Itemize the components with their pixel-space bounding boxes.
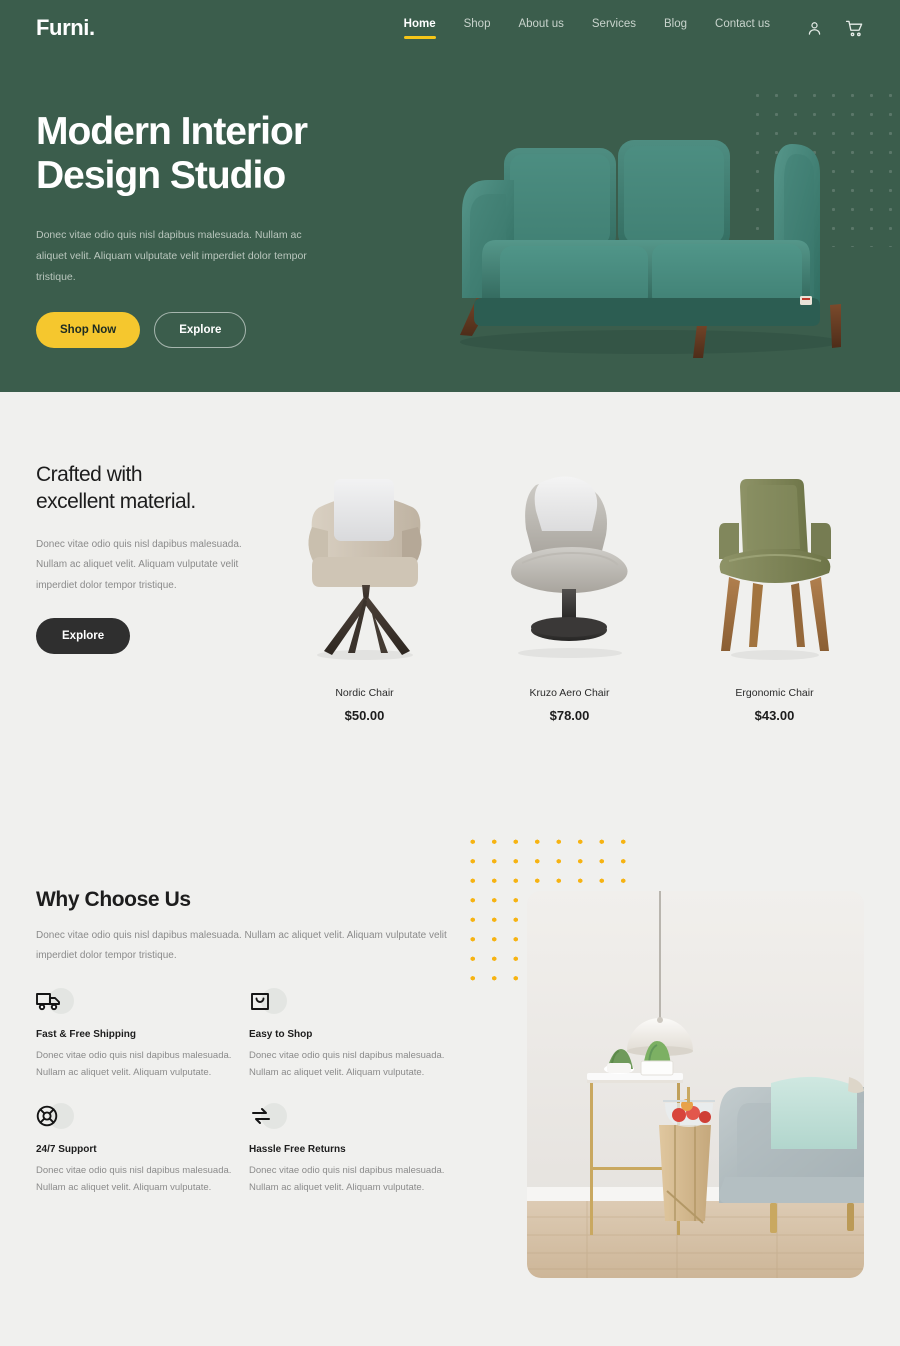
hero-text-block: Modern Interior Design Studio Donec vita… [36, 110, 366, 348]
hero-title-line-1: Modern Interior [36, 110, 308, 153]
product-name: Kruzo Aero Chair [529, 687, 610, 699]
lifebuoy-support-icon [36, 1100, 76, 1132]
crafted-title-line-2: excellent material. [36, 489, 196, 513]
feature-text: Donec vitae odio quis nisl dapibus males… [249, 1050, 445, 1078]
product-name: Nordic Chair [335, 687, 394, 699]
nav-item-about-us[interactable]: About us [518, 18, 563, 39]
product-image-ergonomic-chair [672, 450, 877, 665]
feature-text: Donec vitae odio quis nisl dapibus males… [36, 1165, 232, 1193]
feature-hassle-free-returns: Hassle Free Returns Donec vitae odio qui… [249, 1100, 454, 1196]
explore-button-hero[interactable]: Explore [154, 311, 247, 348]
why-choose-us-image [527, 891, 864, 1278]
shopping-bag-icon [249, 985, 289, 1017]
nav-item-services[interactable]: Services [592, 18, 636, 39]
hero-title: Modern Interior Design Studio [36, 110, 366, 199]
product-list: Nordic Chair $50.00 Kruzo Aero Chair $78… [262, 450, 878, 723]
crafted-title-line-1: Crafted with [36, 463, 143, 486]
product-price: $43.00 [754, 708, 795, 723]
nav-item-contact-us[interactable]: Contact us [715, 18, 770, 39]
why-choose-us-description: Donec vitae odio quis nisl dapibus males… [36, 930, 447, 961]
hero-title-line-2: Design Studio [36, 154, 286, 198]
product-price: $78.00 [549, 708, 590, 723]
feature-title: Easy to Shop [249, 1029, 313, 1040]
product-image-nordic-chair [262, 450, 467, 665]
hero-button-group: Shop Now Explore [36, 311, 366, 348]
feature-easy-to-shop: Easy to Shop Donec vitae odio quis nisl … [249, 985, 454, 1081]
feature-text: Donec vitae odio quis nisl dapibus males… [36, 1050, 232, 1078]
exchange-arrows-icon [249, 1100, 289, 1132]
feature-fast-free-shipping: Fast & Free Shipping Donec vitae odio qu… [36, 985, 241, 1081]
why-choose-us-title: Why Choose Us [36, 888, 191, 911]
product-price: $50.00 [344, 708, 385, 723]
hero-sofa-image [400, 120, 880, 370]
hero-subtitle: Donec vitae odio quis nisl dapibus males… [36, 228, 307, 283]
product-image-kruzo-aero-chair [467, 450, 672, 665]
nav-links: Home Shop About us Services Blog Contact… [403, 18, 770, 39]
hero-section: Furni. Home Shop About us Services Blog … [0, 0, 900, 392]
user-icon[interactable] [806, 20, 823, 37]
feature-title: 24/7 Support [36, 1144, 97, 1156]
shop-now-button[interactable]: Shop Now [36, 311, 141, 348]
brand-logo[interactable]: Furni. [36, 15, 95, 41]
product-name: Ergonomic Chair [735, 687, 814, 699]
explore-button-crafted[interactable]: Explore [36, 618, 131, 655]
feature-title: Fast & Free Shipping [36, 1029, 137, 1040]
nav-item-shop[interactable]: Shop [464, 18, 491, 39]
landing-page: Furni. Home Shop About us Services Blog … [0, 0, 900, 1346]
main-navigation: Furni. Home Shop About us Services Blog … [0, 0, 900, 56]
crafted-description: Donec vitae odio quis nisl dapibus males… [36, 538, 242, 591]
product-card-ergonomic-chair[interactable]: Ergonomic Chair $43.00 [672, 450, 877, 723]
feature-text: Donec vitae odio quis nisl dapibus males… [249, 1165, 445, 1193]
nav-item-home[interactable]: Home [403, 18, 436, 39]
truck-icon [36, 985, 76, 1017]
feature-grid: Fast & Free Shipping Donec vitae odio qu… [36, 985, 466, 1197]
why-choose-us-block: Why Choose Us Donec vitae odio quis nisl… [36, 888, 456, 966]
feature-title: Hassle Free Returns [249, 1144, 346, 1156]
nav-item-blog[interactable]: Blog [664, 18, 687, 39]
product-card-nordic-chair[interactable]: Nordic Chair $50.00 [262, 450, 467, 723]
nav-icon-group [806, 19, 864, 38]
feature-24-7-support: 24/7 Support Donec vitae odio quis nisl … [36, 1100, 241, 1196]
crafted-title: Crafted with excellent material. [36, 462, 256, 516]
product-card-kruzo-aero-chair[interactable]: Kruzo Aero Chair $78.00 [467, 450, 672, 723]
cart-icon[interactable] [845, 19, 864, 38]
crafted-text-block: Crafted with excellent material. Donec v… [36, 462, 256, 655]
